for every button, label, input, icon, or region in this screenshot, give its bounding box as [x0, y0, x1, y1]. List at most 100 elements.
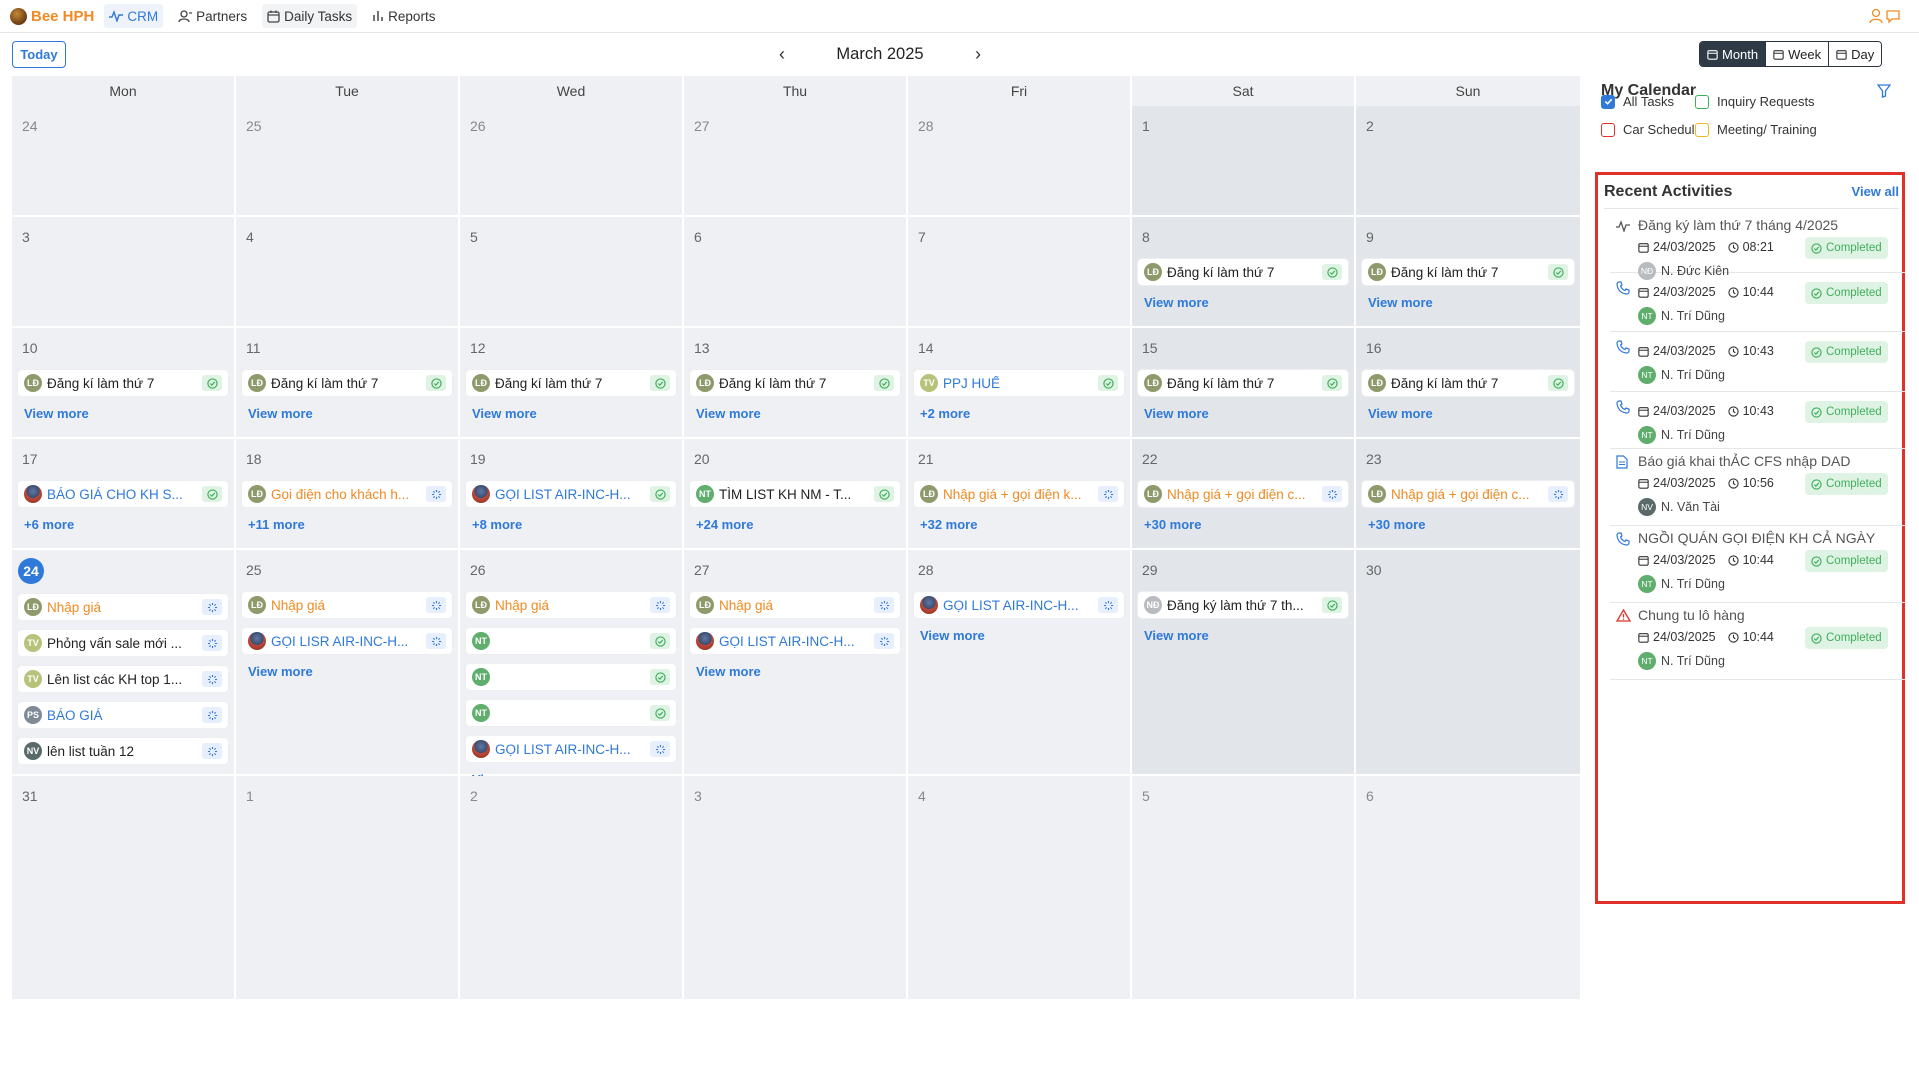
calendar-day-cell[interactable]: 16 LĐ Đăng kí làm thứ 7 View more [1356, 328, 1580, 439]
recent-activity-item[interactable]: NGỒI QUÁN GỌI ĐIỆN KH CẢ NGÀY 24/03/2025… [1610, 526, 1905, 603]
view-more-link[interactable]: View more [1362, 406, 1574, 421]
calendar-filter-checkbox[interactable]: Inquiry Requests [1695, 94, 1815, 109]
calendar-event[interactable]: BÁO GIÁ CHO KH S... [18, 481, 228, 507]
calendar-day-cell[interactable]: 6 [684, 217, 908, 328]
view-more-link[interactable]: View more [242, 664, 452, 679]
calendar-day-cell[interactable]: 9 LĐ Đăng kí làm thứ 7 View more [1356, 217, 1580, 328]
calendar-day-cell[interactable]: 29 NĐ Đăng ký làm thứ 7 th... View more [1132, 550, 1356, 776]
calendar-day-cell[interactable]: 24 LĐ Nhập giá TV Phỏng vấn sale mới ...… [12, 550, 236, 789]
view-more-link[interactable]: View more [1138, 295, 1348, 310]
calendar-event[interactable]: NT [466, 628, 676, 654]
calendar-event[interactable]: LĐ Gọi điện cho khách h... [242, 481, 452, 507]
calendar-filter-checkbox[interactable]: Car Schedule [1601, 122, 1702, 137]
calendar-day-cell[interactable]: 10 LĐ Đăng kí làm thứ 7 View more [12, 328, 236, 439]
calendar-event[interactable]: PS BÁO GIÁ [18, 702, 228, 728]
calendar-event[interactable]: GỌI LIST AIR-INC-H... [466, 481, 676, 507]
calendar-day-cell[interactable]: 25 LĐ Nhập giá GỌI LISR AIR-INC-H... Vie… [236, 550, 460, 776]
view-all-link[interactable]: View all [1852, 184, 1899, 199]
recent-activity-item[interactable]: 24/03/2025 10:43 Completed NT N. Trí Dũn… [1610, 392, 1905, 449]
calendar-day-cell[interactable]: 23 LĐ Nhập giá + gọi điện c... +30 more [1356, 439, 1580, 550]
calendar-day-cell[interactable]: 5 [1132, 776, 1356, 1001]
checkbox[interactable] [1601, 94, 1615, 109]
month-view-button[interactable]: Month [1700, 42, 1766, 66]
brand[interactable]: Bee HPH [10, 0, 94, 33]
calendar-event[interactable]: GỌI LIST AIR-INC-H... [690, 628, 900, 654]
prev-month-button[interactable]: ‹ [770, 44, 794, 65]
calendar-day-cell[interactable]: 7 [908, 217, 1132, 328]
view-more-link[interactable]: View more [690, 664, 900, 679]
calendar-event[interactable]: TV Phỏng vấn sale mới ... [18, 630, 228, 656]
view-more-link[interactable]: +30 more [1138, 517, 1348, 532]
calendar-day-cell[interactable]: 3 [12, 217, 236, 328]
calendar-day-cell[interactable]: 27 [684, 106, 908, 217]
calendar-event[interactable]: LĐ Nhập giá [690, 592, 900, 618]
calendar-event[interactable]: LĐ Đăng kí làm thứ 7 [466, 370, 676, 396]
calendar-day-cell[interactable]: 26 LĐ Nhập giá NT NT NT GỌI LIST AIR-INC… [460, 550, 684, 787]
calendar-day-cell[interactable]: 21 LĐ Nhập giá + gọi điện k... +32 more [908, 439, 1132, 550]
calendar-event[interactable]: NT [466, 700, 676, 726]
view-more-link[interactable]: +11 more [242, 517, 452, 532]
calendar-day-cell[interactable]: 1 [236, 776, 460, 1001]
recent-activity-item[interactable]: Đăng ký làm thứ 7 tháng 4/2025 24/03/202… [1610, 213, 1905, 280]
calendar-event[interactable]: LĐ Đăng kí làm thứ 7 [690, 370, 900, 396]
calendar-day-cell[interactable]: 19 GỌI LIST AIR-INC-H... +8 more [460, 439, 684, 550]
calendar-event[interactable]: LĐ Nhập giá + gọi điện c... [1138, 481, 1348, 507]
calendar-day-cell[interactable]: 13 LĐ Đăng kí làm thứ 7 View more [684, 328, 908, 439]
calendar-day-cell[interactable]: 4 [908, 776, 1132, 1001]
calendar-day-cell[interactable]: 2 [1356, 106, 1580, 217]
calendar-event[interactable]: LĐ Đăng kí làm thứ 7 [1362, 370, 1574, 396]
view-more-link[interactable]: +2 more [914, 406, 1124, 421]
recent-activity-item[interactable]: Chung tu lô hàng 24/03/2025 10:44 Comple… [1610, 603, 1905, 680]
calendar-event[interactable]: NĐ Đăng ký làm thứ 7 th... [1138, 592, 1348, 618]
calendar-day-cell[interactable]: 28 [908, 106, 1132, 217]
calendar-day-cell[interactable]: 3 [684, 776, 908, 1001]
calendar-day-cell[interactable]: 5 [460, 217, 684, 328]
calendar-event[interactable]: LĐ Nhập giá [466, 592, 676, 618]
calendar-day-cell[interactable]: 4 [236, 217, 460, 328]
view-more-link[interactable]: +8 more [466, 517, 676, 532]
calendar-event[interactable]: TV PPJ HUẾ [914, 370, 1124, 396]
calendar-event[interactable]: LĐ Nhập giá [242, 592, 452, 618]
view-more-link[interactable]: +24 more [690, 517, 900, 532]
nav-crm[interactable]: CRM [104, 4, 164, 28]
checkbox[interactable] [1695, 122, 1709, 137]
view-more-link[interactable]: View more [1362, 295, 1574, 310]
calendar-event[interactable]: LĐ Đăng kí làm thứ 7 [1362, 259, 1574, 285]
next-month-button[interactable]: › [966, 44, 990, 65]
calendar-event[interactable]: GỌI LIST AIR-INC-H... [914, 592, 1124, 618]
calendar-event[interactable]: LĐ Đăng kí làm thứ 7 [242, 370, 452, 396]
calendar-event[interactable]: NT TÌM LIST KH NM - T... [690, 481, 900, 507]
chat-icon[interactable] [1885, 8, 1901, 24]
view-more-link[interactable]: View more [914, 628, 1124, 643]
calendar-event[interactable]: LĐ Đăng kí làm thứ 7 [1138, 259, 1348, 285]
nav-reports[interactable]: Reports [367, 4, 440, 28]
calendar-day-cell[interactable]: 18 LĐ Gọi điện cho khách h... +11 more [236, 439, 460, 550]
calendar-event[interactable]: GỌI LIST AIR-INC-H... [466, 736, 676, 762]
checkbox[interactable] [1695, 94, 1709, 109]
view-more-link[interactable]: View more [18, 406, 228, 421]
calendar-day-cell[interactable]: 28 GỌI LIST AIR-INC-H... View more [908, 550, 1132, 776]
calendar-day-cell[interactable]: 14 TV PPJ HUẾ +2 more [908, 328, 1132, 439]
calendar-day-cell[interactable]: 12 LĐ Đăng kí làm thứ 7 View more [460, 328, 684, 439]
calendar-day-cell[interactable]: 20 NT TÌM LIST KH NM - T... +24 more [684, 439, 908, 550]
day-view-button[interactable]: Day [1828, 42, 1882, 66]
calendar-event[interactable]: LĐ Nhập giá [18, 594, 228, 620]
view-more-link[interactable]: +32 more [914, 517, 1124, 532]
calendar-day-cell[interactable]: 26 [460, 106, 684, 217]
calendar-day-cell[interactable]: 22 LĐ Nhập giá + gọi điện c... +30 more [1132, 439, 1356, 550]
calendar-event[interactable]: NT [466, 664, 676, 690]
calendar-day-cell[interactable]: 8 LĐ Đăng kí làm thứ 7 View more [1132, 217, 1356, 328]
calendar-day-cell[interactable]: 17 BÁO GIÁ CHO KH S... +6 more [12, 439, 236, 550]
calendar-event[interactable]: TV Lên list các KH top 1... [18, 666, 228, 692]
calendar-event[interactable]: LĐ Đăng kí làm thứ 7 [18, 370, 228, 396]
calendar-filter-checkbox[interactable]: Meeting/ Training [1695, 122, 1817, 137]
calendar-event[interactable]: GỌI LISR AIR-INC-H... [242, 628, 452, 654]
view-more-link[interactable]: View more [466, 406, 676, 421]
recent-activity-item[interactable]: Báo giá khai thẢC CFS nhập DAD 24/03/202… [1610, 449, 1905, 526]
calendar-day-cell[interactable]: 25 [236, 106, 460, 217]
checkbox[interactable] [1601, 122, 1615, 137]
recent-activity-item[interactable]: 24/03/2025 10:44 Completed NT N. Trí Dũn… [1610, 273, 1905, 332]
calendar-day-cell[interactable]: 6 [1356, 776, 1580, 1001]
calendar-event[interactable]: LĐ Đăng kí làm thứ 7 [1138, 370, 1348, 396]
calendar-day-cell[interactable]: 30 [1356, 550, 1580, 776]
